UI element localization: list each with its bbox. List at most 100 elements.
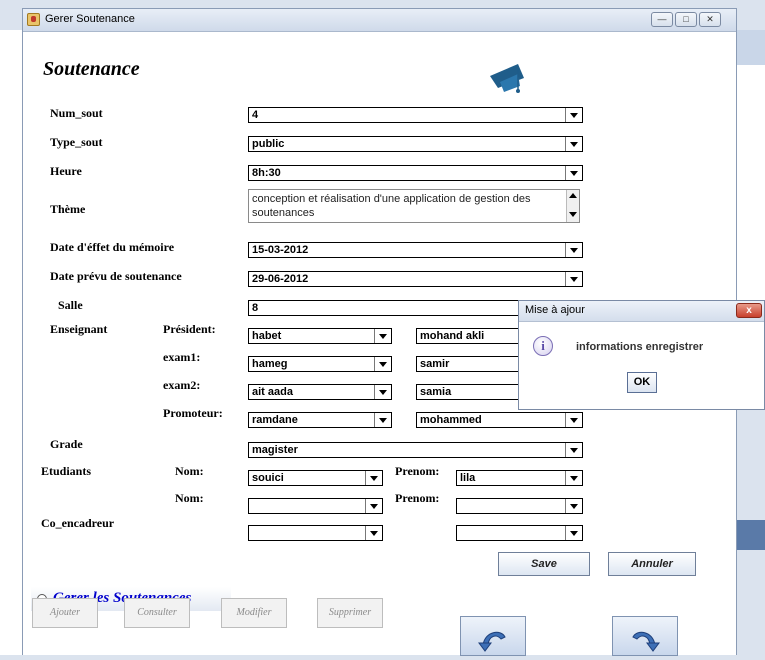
dialog-close-button[interactable]: x [736, 303, 762, 318]
date-prevu-combo[interactable]: 29-06-2012 [248, 271, 583, 287]
window-titlebar: Gerer Soutenance — □ ✕ [23, 9, 736, 32]
co-encadreur-prenom-combo[interactable] [456, 525, 583, 541]
heure-label: Heure [50, 164, 82, 178]
minimize-button[interactable]: — [651, 12, 673, 27]
etudiant1-nom-combo[interactable]: souici [248, 470, 383, 486]
combo-value: 4 [252, 109, 259, 121]
exam2-nom-combo[interactable]: ait aada [248, 384, 392, 400]
annuler-button[interactable]: Annuler [608, 552, 696, 576]
combo-value: samir [420, 358, 450, 370]
modifier-button[interactable]: Modifier [221, 598, 287, 628]
type-sout-label: Type_sout [50, 135, 103, 149]
president-label: Président: [163, 322, 216, 336]
date-effet-combo[interactable]: 15-03-2012 [248, 242, 583, 258]
combo-value: 29-06-2012 [252, 273, 309, 285]
prenom-label-2: Prenom: [395, 491, 440, 505]
combo-value: public [252, 138, 285, 150]
combo-value: mohammed [420, 414, 482, 426]
promoteur-label: Promoteur: [163, 406, 223, 420]
background-bar [737, 30, 765, 65]
etudiant2-prenom-combo[interactable] [456, 498, 583, 514]
type-sout-combo[interactable]: public [248, 136, 583, 152]
exam1-label: exam1: [163, 350, 201, 364]
combo-value: 8h:30 [252, 167, 281, 179]
num-sout-combo[interactable]: 4 [248, 107, 583, 123]
dropdown-arrow-icon[interactable] [374, 385, 391, 399]
background-window [0, 30, 22, 655]
next-button[interactable] [612, 616, 678, 656]
nom-label-2: Nom: [175, 491, 204, 505]
salle-label: Salle [58, 298, 83, 312]
page-title: Soutenance [43, 58, 140, 80]
dialog-message: informations enregistrer [576, 341, 704, 353]
dropdown-arrow-icon[interactable] [565, 243, 582, 257]
promoteur-prenom-combo[interactable]: mohammed [416, 412, 583, 428]
dropdown-arrow-icon[interactable] [565, 526, 582, 540]
dropdown-arrow-icon[interactable] [365, 471, 382, 485]
consulter-button[interactable]: Consulter [124, 598, 190, 628]
etudiant2-nom-combo[interactable] [248, 498, 383, 514]
dropdown-arrow-icon[interactable] [374, 413, 391, 427]
theme-textarea[interactable]: conception et réalisation d'une applicat… [248, 189, 580, 223]
dropdown-arrow-icon[interactable] [365, 526, 382, 540]
combo-value: samia [420, 386, 452, 398]
president-nom-combo[interactable]: habet [248, 328, 392, 344]
combo-value: lila [460, 472, 476, 484]
window-title: Gerer Soutenance [45, 13, 135, 25]
etudiant1-prenom-combo[interactable]: lila [456, 470, 583, 486]
co-encadreur-label: Co_encadreur [41, 516, 115, 530]
co-encadreur-nom-combo[interactable] [248, 525, 383, 541]
previous-button[interactable] [460, 616, 526, 656]
grade-combo[interactable]: magister [248, 442, 583, 458]
dropdown-arrow-icon[interactable] [565, 166, 582, 180]
exam1-nom-combo[interactable]: hameg [248, 356, 392, 372]
ajouter-button[interactable]: Ajouter [32, 598, 98, 628]
close-button[interactable]: ✕ [699, 12, 721, 27]
combo-value: hameg [252, 358, 288, 370]
dropdown-arrow-icon[interactable] [565, 137, 582, 151]
combo-value: 15-03-2012 [252, 244, 309, 256]
ok-button[interactable]: OK [627, 372, 657, 393]
theme-scrollbar[interactable] [566, 190, 579, 222]
scroll-down-icon[interactable] [569, 212, 577, 217]
combo-value: habet [252, 330, 282, 342]
dropdown-arrow-icon[interactable] [565, 443, 582, 457]
nom-label-1: Nom: [175, 464, 204, 478]
save-button[interactable]: Save [498, 552, 590, 576]
etudiants-label: Etudiants [41, 464, 92, 478]
dropdown-arrow-icon[interactable] [565, 413, 582, 427]
combo-value: mohand akli [420, 330, 485, 342]
date-effet-label: Date d'éffet du mémoire [50, 240, 175, 254]
enseignant-label: Enseignant [50, 322, 108, 336]
theme-text: conception et réalisation d'une applicat… [252, 193, 531, 219]
dropdown-arrow-icon[interactable] [565, 471, 582, 485]
dropdown-arrow-icon[interactable] [565, 272, 582, 286]
graduation-cap-icon [490, 64, 524, 93]
dropdown-arrow-icon[interactable] [374, 329, 391, 343]
mise-a-jour-dialog: Mise à ajour x i informations enregistre… [518, 300, 765, 410]
dropdown-arrow-icon[interactable] [565, 108, 582, 122]
prenom-label-1: Prenom: [395, 464, 440, 478]
redo-arrow-icon [632, 631, 660, 652]
supprimer-button[interactable]: Supprimer [317, 598, 383, 628]
combo-value: ramdane [252, 414, 298, 426]
info-icon: i [533, 336, 553, 356]
heure-combo[interactable]: 8h:30 [248, 165, 583, 181]
java-app-icon [27, 13, 40, 26]
maximize-button[interactable]: □ [675, 12, 697, 27]
num-sout-label: Num_sout [50, 106, 103, 120]
combo-value: 8 [252, 302, 259, 314]
dropdown-arrow-icon[interactable] [365, 499, 382, 513]
combo-value: magister [252, 444, 298, 456]
dialog-titlebar: Mise à ajour x [519, 301, 764, 322]
background-bar-lower [737, 520, 765, 550]
dropdown-arrow-icon[interactable] [565, 499, 582, 513]
undo-arrow-icon [478, 631, 506, 652]
dialog-title: Mise à ajour [525, 304, 585, 316]
exam2-label: exam2: [163, 378, 201, 392]
combo-value: souici [252, 472, 284, 484]
combo-value: ait aada [252, 386, 293, 398]
promoteur-nom-combo[interactable]: ramdane [248, 412, 392, 428]
dropdown-arrow-icon[interactable] [374, 357, 391, 371]
scroll-up-icon[interactable] [569, 193, 577, 198]
